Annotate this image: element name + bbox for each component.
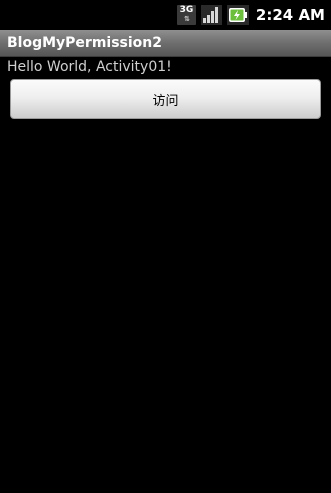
network-label: 3G [179,5,194,15]
visit-button[interactable]: 访问 [10,79,321,119]
status-clock: 2:24 AM [256,5,325,25]
status-bar: 3G ⇅ 2:24 AM [0,0,331,30]
battery-charging-icon [226,5,249,25]
signal-strength-icon [200,5,222,25]
clock-time: 2:24 [255,6,294,24]
visit-button-label: 访问 [152,93,179,109]
clock-suffix: AM [298,6,325,24]
title-bar: BlogMyPermission2 [0,30,331,57]
app-title: BlogMyPermission2 [7,35,163,51]
hello-text: Hello World, Activity01! [7,59,172,75]
3g-data-icon: 3G ⇅ [176,5,196,25]
